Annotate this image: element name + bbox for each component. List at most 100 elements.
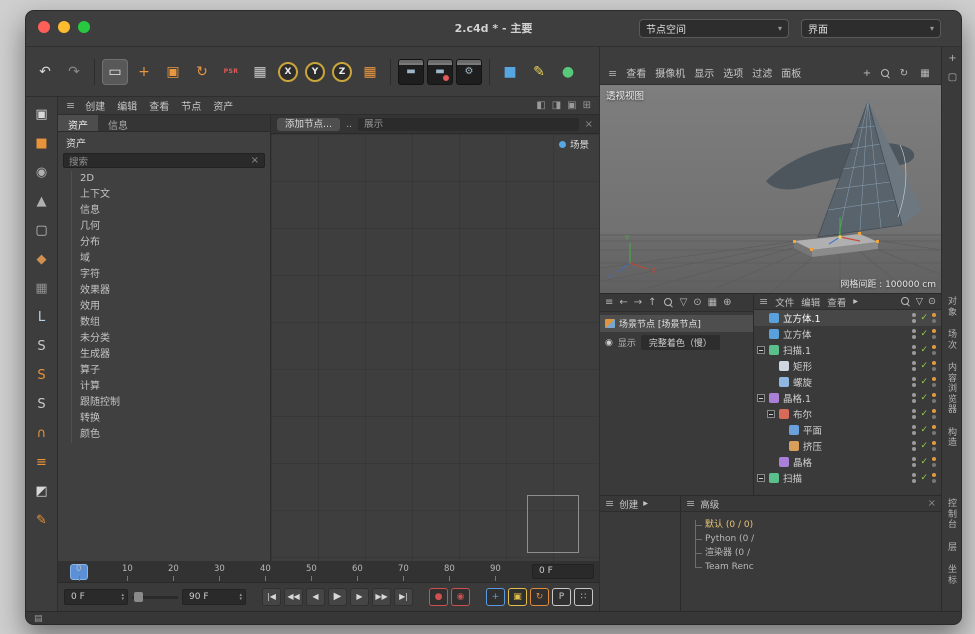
asset-root-label[interactable]: 资产 (58, 132, 270, 152)
zoom-view-icon[interactable] (880, 68, 891, 79)
menu-view[interactable]: 查看 (827, 295, 846, 309)
asset-category[interactable]: 几何 (58, 219, 270, 235)
object-row-boole[interactable]: 布尔✓ (754, 406, 941, 422)
toggle-views-icon[interactable]: ▦ (917, 66, 933, 80)
menu-view[interactable]: 查看 (149, 98, 169, 113)
visibility-dots[interactable] (912, 361, 916, 371)
spline-helix-icon[interactable]: S (30, 364, 54, 386)
focus-icon[interactable]: ⊙ (693, 297, 701, 308)
asset-category[interactable]: 转换 (58, 411, 270, 427)
asset-category[interactable]: 域 (58, 251, 270, 267)
object-row-cube-1[interactable]: 立方体.1✓ (754, 310, 941, 326)
enabled-check-icon[interactable]: ✓ (920, 473, 928, 483)
pin-panel-icon[interactable]: + (948, 53, 956, 64)
tab-assets[interactable]: 资产 (58, 115, 98, 131)
lock-z-button[interactable]: Z (332, 62, 352, 82)
queue-renderer[interactable]: 渲染器 (0 / (695, 546, 941, 560)
asset-category[interactable]: 效用 (58, 299, 270, 315)
prev-frame-button[interactable]: ◀ (306, 588, 325, 606)
scale-tool-button[interactable]: ▣ (160, 59, 186, 85)
tab-structure[interactable]: 构造 (947, 428, 959, 449)
spline-arc-icon[interactable]: S (30, 335, 54, 357)
scene-tab[interactable]: 场景 (559, 137, 589, 151)
filter-icon[interactable]: ▽ (916, 296, 923, 307)
visibility-dots[interactable] (912, 457, 916, 467)
layer-dots[interactable] (932, 425, 936, 435)
expander-icon[interactable] (757, 394, 765, 402)
end-frame-input[interactable]: 90 F ▴▾ (182, 589, 246, 605)
lock-y-button[interactable]: Y (305, 62, 325, 82)
paint-icon[interactable]: ✎ (30, 509, 54, 531)
display-radio-icon[interactable]: ◉ (605, 338, 613, 348)
forward-icon[interactable]: → (634, 297, 642, 308)
add-icon[interactable]: ⊕ (723, 297, 731, 308)
expander-icon[interactable] (767, 410, 775, 418)
enabled-check-icon[interactable]: ✓ (920, 361, 928, 371)
tab-info[interactable]: 信息 (98, 115, 138, 131)
display-mode-dropdown[interactable]: 完整着色（慢） (641, 335, 720, 350)
tab-coordinates[interactable]: 坐标 (947, 565, 959, 586)
key-pla-button[interactable]: ∷ (574, 588, 593, 606)
menu-node[interactable]: 节点 (181, 98, 201, 113)
visibility-dots[interactable] (912, 329, 916, 339)
lock-x-button[interactable]: X (278, 62, 298, 82)
current-frame-box[interactable]: 0 F (532, 564, 594, 579)
scene-nodes-item[interactable]: 场景节点 [场景节点] (600, 315, 753, 332)
enabled-check-icon[interactable]: ✓ (920, 457, 928, 467)
asset-category[interactable]: 生成器 (58, 347, 270, 363)
search-input[interactable]: 搜索 × (63, 153, 265, 168)
tab-content-browser[interactable]: 内容浏览器 (947, 363, 959, 416)
next-frame-button[interactable]: ▶ (350, 588, 369, 606)
render-settings-button[interactable]: ⚙ (456, 59, 482, 85)
asset-category[interactable]: 2D (58, 171, 270, 187)
tab-console[interactable]: 控制台 (947, 499, 959, 531)
menu-view[interactable]: 查看 (626, 65, 646, 80)
checker-material-icon[interactable]: ◩ (30, 480, 54, 502)
rotate-view-icon[interactable]: ↻ (896, 66, 912, 80)
object-row-lattice-1[interactable]: 晶格.1✓ (754, 390, 941, 406)
goto-start-button[interactable]: |◀ (262, 588, 281, 606)
expander-icon[interactable] (757, 346, 765, 354)
layer-dots[interactable] (932, 377, 936, 387)
goto-end-button[interactable]: ▶| (394, 588, 413, 606)
queue-team-render[interactable]: Team Renc (695, 560, 941, 574)
slider-handle[interactable] (134, 592, 143, 602)
layer-dots[interactable] (932, 409, 936, 419)
live-selection-button[interactable]: ▭ (102, 59, 128, 85)
grid-icon[interactable]: ▦ (708, 297, 717, 308)
layer-dots[interactable] (932, 441, 936, 451)
menu-icon[interactable]: ≡ (66, 99, 75, 112)
object-row-sweep-1[interactable]: 扫描.1✓ (754, 342, 941, 358)
key-scale-button[interactable]: ▣ (508, 588, 527, 606)
viewport-menu-icon[interactable]: ≡ (608, 67, 617, 80)
asset-category[interactable]: 字符 (58, 267, 270, 283)
enabled-check-icon[interactable]: ✓ (920, 393, 928, 403)
filter-icon[interactable]: ▽ (680, 297, 688, 308)
enabled-check-icon[interactable]: ✓ (920, 345, 928, 355)
graph-frame[interactable] (527, 495, 579, 553)
clear-filter-icon[interactable]: × (585, 119, 593, 130)
menu-file[interactable]: 文件 (775, 295, 794, 309)
frame-range-slider[interactable] (132, 590, 178, 604)
nodespace-dropdown[interactable]: 节点空间 ▾ (639, 19, 789, 38)
layer-dots[interactable] (932, 457, 936, 467)
enabled-check-icon[interactable]: ✓ (920, 441, 928, 451)
tab-objects[interactable]: 对象 (947, 297, 959, 318)
layer-dots[interactable] (932, 393, 936, 403)
asset-category[interactable]: 跟随控制 (58, 395, 270, 411)
cube-primitive-icon[interactable]: ■ (30, 132, 54, 154)
enabled-check-icon[interactable]: ✓ (920, 329, 928, 339)
target-icon[interactable]: ⊙ (928, 296, 936, 307)
asset-category[interactable]: 效果器 (58, 283, 270, 299)
object-row-extrude[interactable]: 挤压✓ (754, 438, 941, 454)
sphere-primitive-icon[interactable]: ◉ (30, 161, 54, 183)
render-view-button[interactable]: ▬ (398, 59, 424, 85)
visibility-dots[interactable] (912, 441, 916, 451)
more-button[interactable]: .. (346, 119, 352, 130)
asset-category[interactable]: 计算 (58, 379, 270, 395)
create-panel-title[interactable]: 创建 (619, 497, 638, 511)
prev-key-button[interactable]: ◀◀ (284, 588, 303, 606)
layer-dots[interactable] (932, 329, 936, 339)
move-tool-button[interactable]: + (131, 59, 157, 85)
menu-filter[interactable]: 过滤 (752, 65, 772, 80)
